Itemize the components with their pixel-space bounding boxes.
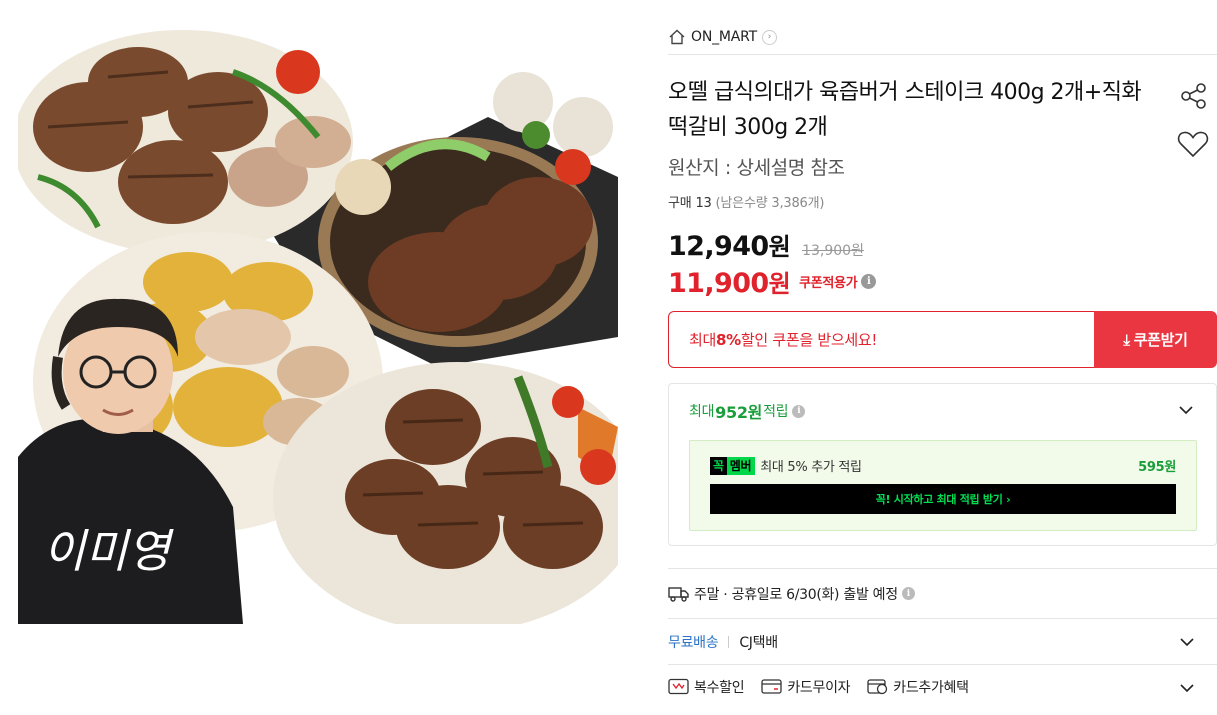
home-icon <box>669 29 685 45</box>
member-badge: 꼭 멤버 <box>710 456 756 475</box>
coupon-box: 최대 8% 할인 쿠폰을 받으세요! ⤓ 쿠폰받기 <box>668 311 1217 368</box>
coupon-msg-suffix: 할인 쿠폰을 받으세요! <box>740 331 878 349</box>
points-amount: 952원 <box>715 403 763 422</box>
sale-price: 12,940원 <box>668 227 791 262</box>
member-badge-k: 꼭 <box>710 456 727 475</box>
benefit-label: 카드무이자 <box>787 679 851 696</box>
discount-icon <box>668 678 689 695</box>
coupon-download-button[interactable]: ⤓ 쿠폰받기 <box>1094 311 1217 368</box>
member-benefit-box: 꼭 멤버 최대 5% 추가 적립 595원 꼭! 시작하고 최대 적립 받기 › <box>689 440 1197 531</box>
price-row: 12,940원 13,900원 <box>668 227 1217 262</box>
info-icon[interactable]: i <box>792 404 806 418</box>
download-icon: ⤓ <box>1123 330 1130 349</box>
carrier-label: CJ택배 <box>739 634 778 651</box>
member-badge-label: 멤버 <box>729 459 752 473</box>
product-photo: 이미영 <box>18 27 618 624</box>
remaining-stock: (남은수량 3,386개) <box>715 196 825 211</box>
coupon-price-currency: 원 <box>768 270 791 298</box>
heart-icon[interactable] <box>1177 129 1209 159</box>
store-link[interactable]: ON_MART › <box>668 28 778 46</box>
chevron-down-icon[interactable] <box>1178 402 1194 418</box>
sale-price-value: 12,940 <box>668 231 769 262</box>
divider <box>728 635 730 648</box>
coupon-price: 11,900원 <box>668 264 791 299</box>
free-shipping-label: 무료배송 <box>668 634 719 651</box>
benefit-label: 카드추가혜택 <box>893 679 969 696</box>
origin-text: 원산지 : 상세설명 참조 <box>668 157 845 179</box>
delivery-row: 주말 · 공휴일로 6/30(화) 출발 예정 i <box>668 568 1217 618</box>
card-icon <box>761 679 782 694</box>
title-row: 오뗄 급식의대가 육즙버거 스테이크 400g 2개+직화 떡갈비 300g 2… <box>668 75 1217 158</box>
chef-signature: 이미영 <box>43 524 175 578</box>
coupon-price-value: 11,900 <box>668 268 769 299</box>
coupon-applied-label: 쿠폰적용가 <box>799 276 858 291</box>
benefits-row: 복수할인 카드무이자 카드추가혜택 <box>668 664 1217 708</box>
truck-icon <box>668 586 689 602</box>
card-benefit-icon <box>867 679 888 695</box>
coupon-msg-prefix: 최대 <box>689 331 717 349</box>
product-image: 이미영 <box>18 27 618 624</box>
benefit-label: 복수할인 <box>694 679 745 696</box>
shipping-row[interactable]: 무료배송 CJ택배 <box>668 618 1217 664</box>
member-cta-button[interactable]: 꼭! 시작하고 최대 적립 받기 › <box>710 484 1176 514</box>
member-text: 최대 5% 추가 적립 <box>760 460 862 475</box>
chevron-down-icon[interactable] <box>1179 680 1195 696</box>
original-price: 13,900원 <box>802 243 864 259</box>
sale-price-currency: 원 <box>768 233 791 261</box>
benefit-multi-discount[interactable]: 복수할인 <box>668 677 745 697</box>
points-prefix: 최대 <box>689 404 715 420</box>
delivery-text: 주말 · 공휴일로 6/30(화) 출발 예정 <box>694 586 898 603</box>
product-title: 오뗄 급식의대가 육즙버거 스테이크 400g 2개+직화 떡갈비 300g 2… <box>668 80 1142 140</box>
product-info-panel: ON_MART › 오뗄 급식의대가 육즙버거 스테이크 400g 2개+직화 … <box>668 20 1217 708</box>
member-line: 꼭 멤버 최대 5% 추가 적립 595원 <box>710 456 1176 475</box>
chevron-right-icon: › <box>762 29 778 45</box>
benefit-card-extra[interactable]: 카드추가혜택 <box>867 677 969 697</box>
coupon-message: 최대 8% 할인 쿠폰을 받으세요! <box>668 311 1094 368</box>
points-suffix: 적립 <box>763 404 789 420</box>
info-icon[interactable]: i <box>901 587 915 600</box>
benefit-card-installment[interactable]: 카드무이자 <box>761 677 851 697</box>
share-icon[interactable] <box>1179 81 1209 111</box>
coupon-price-row: 11,900원 쿠폰적용가 i <box>668 264 1217 299</box>
chevron-down-icon[interactable] <box>1179 634 1195 650</box>
info-icon[interactable]: i <box>861 274 877 289</box>
purchase-count: 구매 13 <box>668 196 712 211</box>
points-header[interactable]: 최대 952원 적립 i <box>669 384 1216 438</box>
coupon-msg-percent: 8% <box>716 330 741 349</box>
points-panel: 최대 952원 적립 i 꼭 멤버 최대 5% 추가 적립 595원 꼭! 시작하… <box>668 383 1217 546</box>
store-bar: ON_MART › <box>668 20 1217 55</box>
purchase-info: 구매 13 (남은수량 3,386개) <box>668 192 1217 211</box>
store-name: ON_MART <box>691 29 758 45</box>
coupon-button-label: 쿠폰받기 <box>1133 331 1188 349</box>
member-amount: 595원 <box>1138 460 1176 475</box>
